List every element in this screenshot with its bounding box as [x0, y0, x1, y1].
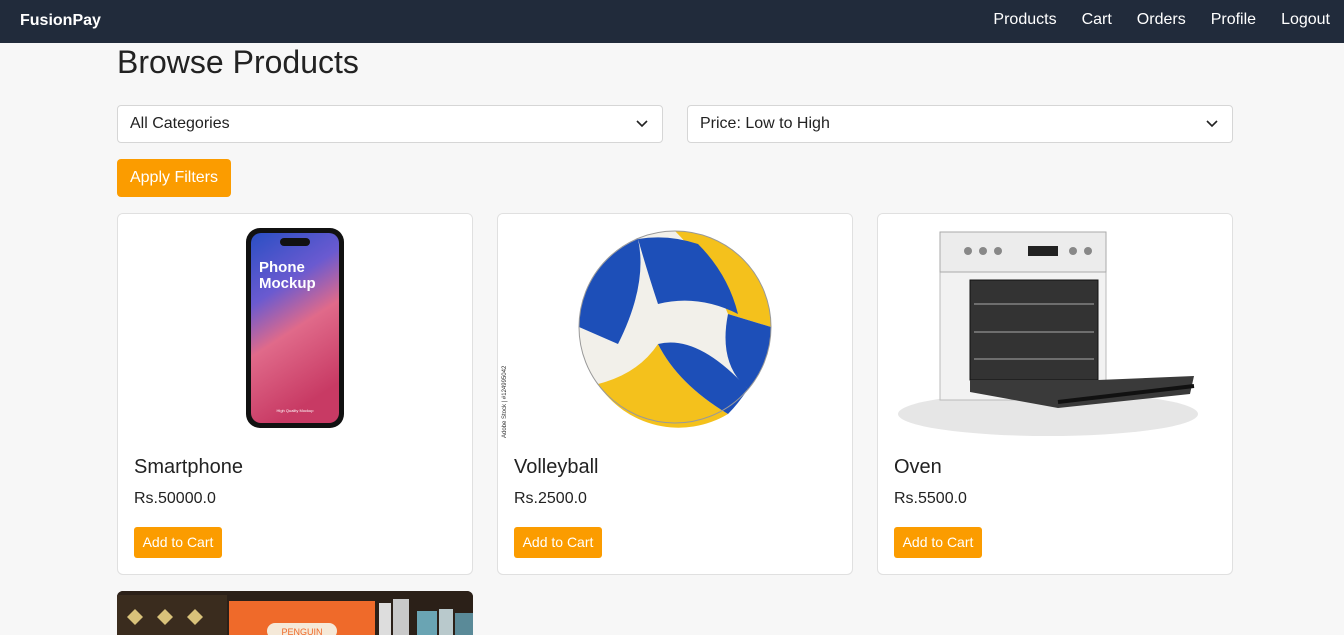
nav-products[interactable]: Products	[993, 11, 1056, 29]
product-card: Oven Rs.5500.0 Add to Cart	[877, 213, 1233, 575]
nav-links: Products Cart Orders Profile Logout	[968, 11, 1330, 29]
product-card-partial: PENGUIN	[117, 591, 473, 635]
chevron-down-icon	[636, 120, 648, 128]
page-title: Browse Products	[117, 44, 359, 80]
phone-mockup-line2: Mockup	[259, 275, 316, 292]
book-cover-text: PENGUIN	[281, 627, 322, 635]
stock-watermark: Adobe Stock | #124995042	[502, 365, 508, 438]
phone-mockup-small: High Quality Mockup	[277, 408, 315, 413]
sort-select[interactable]: Price: Low to High	[687, 105, 1233, 143]
product-image-volleyball: Adobe Stock | #124995042	[498, 214, 852, 440]
add-to-cart-button[interactable]: Add to Cart	[514, 527, 602, 558]
chevron-down-icon	[1206, 120, 1218, 128]
product-card: Adobe Stock | #124995042 Volleyball Rs.2…	[497, 213, 853, 575]
nav-profile[interactable]: Profile	[1211, 11, 1256, 29]
add-to-cart-button[interactable]: Add to Cart	[894, 527, 982, 558]
product-name: Volleyball	[514, 456, 599, 478]
nav-logout[interactable]: Logout	[1281, 11, 1330, 29]
phone-mockup-line1: Phone	[259, 259, 305, 276]
product-card: Phone Mockup High Quality Mockup Smartph…	[117, 213, 473, 575]
product-name: Smartphone	[134, 456, 243, 478]
sort-select-value: Price: Low to High	[700, 115, 830, 132]
add-to-cart-button[interactable]: Add to Cart	[134, 527, 222, 558]
brand-logo[interactable]: FusionPay	[20, 12, 101, 30]
product-image-book: PENGUIN	[117, 591, 473, 635]
apply-filters-button[interactable]: Apply Filters	[117, 159, 231, 197]
product-price: Rs.50000.0	[134, 490, 216, 507]
navbar: FusionPay Products Cart Orders Profile L…	[0, 0, 1344, 43]
nav-cart[interactable]: Cart	[1082, 11, 1112, 29]
product-price: Rs.2500.0	[514, 490, 587, 507]
product-price: Rs.5500.0	[894, 490, 967, 507]
product-name: Oven	[894, 456, 942, 478]
category-select-value: All Categories	[130, 115, 230, 132]
product-image-smartphone: Phone Mockup High Quality Mockup	[118, 214, 472, 440]
nav-orders[interactable]: Orders	[1137, 11, 1186, 29]
product-image-oven	[878, 214, 1232, 440]
category-select[interactable]: All Categories	[117, 105, 663, 143]
